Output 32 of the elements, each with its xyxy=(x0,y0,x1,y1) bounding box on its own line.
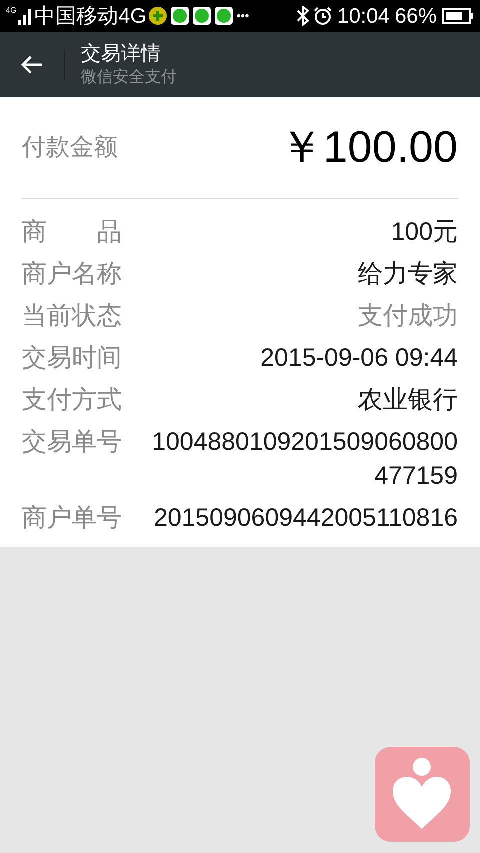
amount-value: ￥100.00 xyxy=(279,122,458,174)
amount-label: 付款金额 xyxy=(22,132,118,162)
page-subtitle: 微信安全支付 xyxy=(81,68,177,88)
network-type: 4G xyxy=(6,7,17,15)
field-value: 农业银行 xyxy=(357,385,458,416)
alarm-icon xyxy=(313,6,334,26)
field-label: 商户单号 xyxy=(22,503,122,534)
field-value: 100元 xyxy=(390,217,458,248)
field-label: 商 品 xyxy=(22,217,122,248)
page-title: 交易详情 xyxy=(81,42,162,66)
battery-icon xyxy=(442,8,474,24)
field-label: 交易时间 xyxy=(22,343,122,374)
field-label: 当前状态 xyxy=(22,301,122,332)
app-icon xyxy=(170,7,189,25)
carrier-name: 中国移动4G xyxy=(34,6,147,26)
field-value: 2015090609442005110816 xyxy=(152,503,458,534)
signal-icon xyxy=(18,7,32,25)
field-label: 商户名称 xyxy=(22,259,122,290)
app-icon xyxy=(214,7,233,25)
field-label: 交易单号 xyxy=(22,427,122,458)
field-value: 给力专家 xyxy=(357,259,458,290)
field-label: 支付方式 xyxy=(22,385,122,416)
bluetooth-icon xyxy=(297,6,310,26)
app-icon xyxy=(192,7,211,25)
battery-percent: 66% xyxy=(394,6,437,26)
field-value: 1004880109201509060800477159 xyxy=(151,427,458,492)
field-value: 2015-09-06 09:44 xyxy=(260,343,458,374)
field-value: 支付成功 xyxy=(357,301,458,332)
clock-time: 10:04 xyxy=(337,6,390,26)
plus-icon xyxy=(148,7,167,25)
more-notifications: ••• xyxy=(236,8,250,25)
back-arrow-icon xyxy=(21,54,43,74)
